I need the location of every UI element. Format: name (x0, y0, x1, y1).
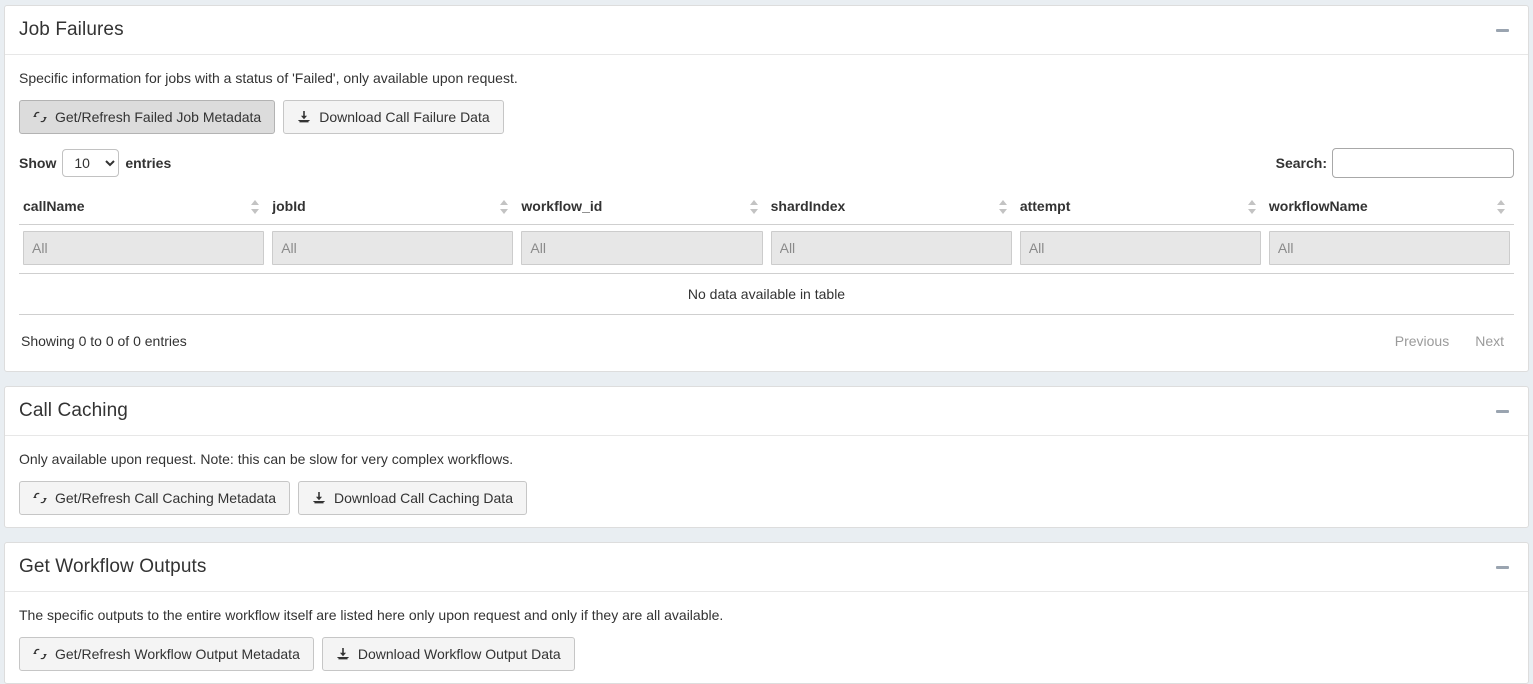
filter-cell-callname (19, 224, 269, 274)
column-header-jobid-label: jobId (272, 198, 306, 214)
panel-body-call-caching: Only available upon request. Note: this … (5, 436, 1528, 527)
table-header-row: callName jobId workflow_id shardIndex at… (19, 190, 1514, 225)
column-header-workflowname-label: workflowName (1268, 198, 1368, 214)
panel-workflow-outputs: Get Workflow Outputs The specific output… (4, 542, 1529, 684)
search-input[interactable] (1332, 148, 1514, 178)
table-empty-message: No data available in table (19, 273, 1514, 315)
column-header-jobid[interactable]: jobId (268, 190, 518, 225)
download-workflow-output-data-button[interactable]: Download Workflow Output Data (321, 637, 575, 671)
sort-both-icon (500, 199, 509, 215)
panel-job-failures: Job Failures Specific information for jo… (4, 5, 1529, 372)
entries-label: entries (125, 155, 172, 171)
pagination-next-button[interactable]: Next (1467, 329, 1512, 353)
page-title: Job Failures (19, 19, 124, 40)
workflow-outputs-description: The specific outputs to the entire workf… (19, 607, 724, 623)
panel-call-caching: Call Caching Only available upon request… (4, 386, 1529, 528)
minus-icon-bar (1495, 565, 1509, 569)
download-call-failure-data-button[interactable]: Download Call Failure Data (283, 100, 504, 134)
filter-input-callname[interactable] (23, 231, 265, 265)
column-header-callname[interactable]: callName (19, 190, 269, 225)
sort-both-icon (749, 199, 759, 215)
get-refresh-call-caching-metadata-label: Get/Refresh Call Caching Metadata (55, 490, 276, 506)
workflow-outputs-button-row: Get/Refresh Workflow Output Metadata Dow… (19, 637, 1514, 671)
sort-both-icon (251, 199, 260, 215)
column-header-workflow-id-label: workflow_id (521, 198, 603, 214)
table-filter-row (19, 224, 1514, 274)
datatable-controls: Show 10 25 50 100 entries Search: (19, 148, 1514, 178)
call-caching-title: Call Caching (19, 400, 128, 421)
page-root: Job Failures Specific information for jo… (0, 0, 1533, 684)
panel-header-workflow-outputs: Get Workflow Outputs (5, 543, 1528, 592)
download-call-failure-data-label: Download Call Failure Data (319, 109, 490, 125)
minus-icon-bar (1495, 409, 1509, 413)
filter-cell-workflowname (1264, 224, 1514, 274)
workflow-outputs-title: Get Workflow Outputs (19, 556, 207, 577)
sort-both-icon (1497, 199, 1506, 215)
get-refresh-failed-job-metadata-label: Get/Refresh Failed Job Metadata (55, 109, 262, 125)
filter-input-jobid[interactable] (272, 231, 514, 265)
get-refresh-workflow-output-metadata-button[interactable]: Get/Refresh Workflow Output Metadata (19, 637, 314, 671)
minus-icon-bar (1495, 28, 1509, 32)
get-refresh-workflow-output-metadata-label: Get/Refresh Workflow Output Metadata (55, 646, 300, 662)
download-call-caching-data-label: Download Call Caching Data (334, 490, 513, 506)
minus-icon[interactable] (1492, 401, 1512, 421)
column-header-workflow-id[interactable]: workflow_id (517, 190, 767, 225)
filter-cell-attempt (1015, 224, 1265, 274)
pagination-previous-button[interactable]: Previous (1387, 329, 1457, 353)
download-icon (312, 491, 326, 505)
job-failures-table: callName jobId workflow_id shardIndex at… (19, 190, 1514, 315)
pagination: Previous Next (1387, 329, 1512, 353)
table-info: Showing 0 to 0 of 0 entries (21, 333, 187, 349)
panel-header-call-caching: Call Caching (5, 387, 1528, 436)
filter-cell-shardindex (766, 224, 1016, 274)
column-header-attempt[interactable]: attempt (1015, 190, 1265, 225)
search-label: Search: (1275, 155, 1327, 171)
sort-both-icon (998, 199, 1008, 215)
refresh-icon (33, 491, 47, 505)
refresh-icon (33, 647, 47, 661)
minus-icon[interactable] (1492, 20, 1512, 40)
job-failures-description: Specific information for jobs with a sta… (19, 70, 518, 86)
datatable-footer: Showing 0 to 0 of 0 entries Previous Nex… (19, 315, 1514, 359)
get-refresh-call-caching-metadata-button[interactable]: Get/Refresh Call Caching Metadata (19, 481, 290, 515)
download-icon (336, 647, 350, 661)
search-control: Search: (1276, 148, 1514, 178)
table-row: No data available in table (19, 273, 1514, 315)
minus-icon[interactable] (1492, 557, 1512, 577)
column-header-shardindex[interactable]: shardIndex (766, 190, 1016, 225)
get-refresh-failed-job-metadata-button[interactable]: Get/Refresh Failed Job Metadata (19, 100, 276, 134)
entries-per-page-select[interactable]: 10 25 50 100 (62, 149, 120, 177)
download-workflow-output-data-label: Download Workflow Output Data (357, 646, 561, 662)
panel-header-job-failures: Job Failures (5, 6, 1528, 55)
download-icon (297, 110, 311, 124)
refresh-icon (33, 110, 47, 124)
job-failures-button-row: Get/Refresh Failed Job Metadata Download… (19, 100, 1514, 134)
panel-body-workflow-outputs: The specific outputs to the entire workf… (5, 592, 1528, 683)
panel-body-job-failures: Specific information for jobs with a sta… (5, 55, 1528, 371)
filter-input-shardindex[interactable] (770, 231, 1012, 265)
call-caching-description: Only available upon request. Note: this … (19, 451, 514, 467)
sort-both-icon (1247, 199, 1257, 215)
filter-input-workflow-id[interactable] (521, 231, 763, 265)
entries-length-control: Show 10 25 50 100 entries (19, 149, 171, 177)
filter-cell-jobid (268, 224, 518, 274)
filter-input-workflowname[interactable] (1268, 231, 1510, 265)
column-header-callname-label: callName (23, 198, 85, 214)
filter-input-attempt[interactable] (1019, 231, 1261, 265)
column-header-shardindex-label: shardIndex (770, 198, 846, 214)
download-call-caching-data-button[interactable]: Download Call Caching Data (298, 481, 527, 515)
column-header-attempt-label: attempt (1019, 198, 1071, 214)
call-caching-button-row: Get/Refresh Call Caching Metadata Downlo… (19, 481, 1514, 515)
show-label: Show (19, 155, 57, 171)
filter-cell-workflow-id (517, 224, 767, 274)
column-header-workflowname[interactable]: workflowName (1264, 190, 1514, 225)
